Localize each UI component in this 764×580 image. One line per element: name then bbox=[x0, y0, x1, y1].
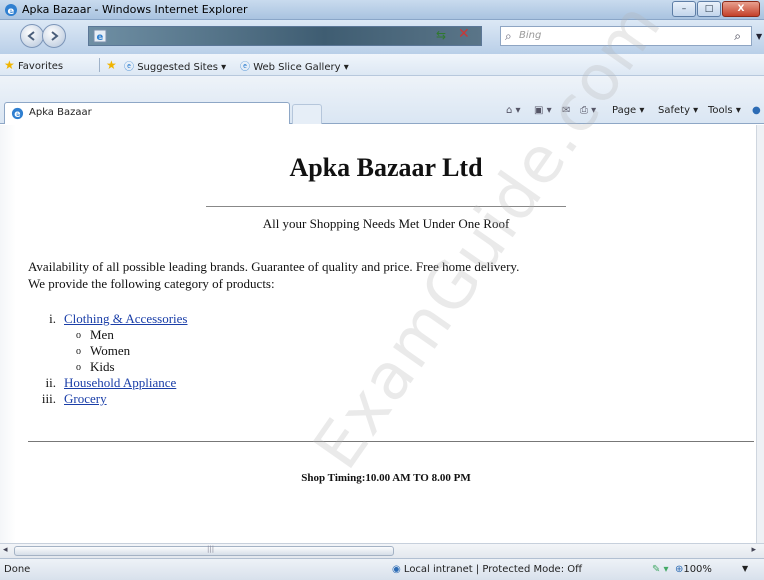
status-bar: Done ◉ Local intranet | Protected Mode: … bbox=[0, 558, 764, 580]
list-number: i. bbox=[49, 311, 56, 326]
svg-text:e: e bbox=[8, 6, 15, 17]
sub-category-men: Men bbox=[90, 327, 114, 342]
protected-mode-icon: ✎ ▾ bbox=[652, 564, 669, 575]
security-zone[interactable]: ◉ Local intranet | Protected Mode: Off bbox=[392, 564, 582, 575]
search-icon[interactable]: ⌕ bbox=[734, 29, 741, 44]
category-link-clothing[interactable]: Clothing & Accessories bbox=[64, 311, 188, 327]
window-title: Apka Bazaar - Windows Internet Explorer bbox=[22, 3, 248, 16]
favorites-bar: ★ Favorites ★ ⓔ Suggested Sites ▾ ⓔ Web … bbox=[0, 54, 764, 76]
circle-bullet-icon: o bbox=[76, 362, 81, 373]
maximize-button[interactable]: □ bbox=[697, 1, 721, 17]
back-arrow-icon bbox=[27, 31, 35, 41]
feeds-icon[interactable]: ▣ ▾ bbox=[534, 105, 552, 116]
list-number: ii. bbox=[45, 375, 56, 390]
shop-timing: Shop Timing:10.00 AM TO 8.00 PM bbox=[301, 472, 471, 484]
scroll-thumb[interactable]: ||| bbox=[14, 545, 394, 556]
zoom-label: 100% bbox=[683, 564, 712, 575]
forward-button[interactable] bbox=[42, 24, 66, 48]
sub-category-women: Women bbox=[90, 343, 131, 358]
grip-icon: ||| bbox=[207, 545, 215, 553]
zoom-dropdown-icon[interactable]: ▼ bbox=[742, 564, 748, 573]
search-input[interactable]: ⌕ Bing ⌕ bbox=[500, 26, 752, 46]
suggested-sites-link[interactable]: ⓔ Suggested Sites ▾ bbox=[124, 58, 226, 73]
footer-divider bbox=[28, 441, 754, 442]
forward-arrow-icon bbox=[51, 31, 59, 41]
zone-label: Local intranet | Protected Mode: Off bbox=[403, 564, 583, 575]
close-button[interactable]: X bbox=[722, 1, 760, 17]
intro-line-2: We provide the following category of pro… bbox=[28, 276, 275, 291]
category-link-household[interactable]: Household Appliance bbox=[64, 375, 176, 391]
intranet-icon: ◉ bbox=[392, 564, 401, 575]
favorites-button[interactable]: ★ Favorites bbox=[4, 58, 63, 72]
scroll-left-icon[interactable]: ◂ bbox=[3, 545, 8, 555]
svg-text:e: e bbox=[14, 109, 20, 120]
favorites-star-icon: ★ bbox=[4, 58, 15, 72]
ie-logo-icon: e bbox=[4, 3, 18, 20]
web-slice-gallery-label: Web Slice Gallery ▾ bbox=[253, 62, 349, 73]
help-icon[interactable]: ● bbox=[752, 105, 761, 116]
circle-bullet-icon: o bbox=[76, 330, 81, 341]
search-placeholder: Bing bbox=[519, 30, 542, 41]
safety-menu[interactable]: Safety ▾ bbox=[658, 105, 698, 116]
status-text: Done bbox=[4, 564, 31, 575]
scroll-right-icon[interactable]: ▸ bbox=[751, 545, 756, 555]
add-favorites-icon[interactable]: ★ bbox=[106, 58, 117, 72]
heading-divider bbox=[206, 206, 566, 207]
address-bar[interactable]: e bbox=[88, 26, 482, 46]
window-left-edge bbox=[0, 125, 16, 543]
category-link-grocery[interactable]: Grocery bbox=[64, 391, 107, 407]
search-provider-icon: ⌕ bbox=[505, 29, 512, 43]
horizontal-scrollbar[interactable]: ◂ ||| ▸ bbox=[0, 543, 764, 558]
page-menu[interactable]: Page ▾ bbox=[612, 105, 644, 116]
print-icon[interactable]: ⎙ ▾ bbox=[580, 105, 596, 116]
tools-menu[interactable]: Tools ▾ bbox=[708, 105, 741, 116]
list-number: iii. bbox=[41, 391, 56, 406]
favorites-label: Favorites bbox=[17, 61, 64, 72]
web-page-content: Apka Bazaar Ltd All your Shopping Needs … bbox=[16, 125, 756, 543]
refresh-icon[interactable]: ⇆ bbox=[436, 28, 452, 44]
navigation-bar: e ⇆ ✕ ⌕ Bing ⌕ ▼ bbox=[0, 20, 764, 54]
minimize-button[interactable]: – bbox=[672, 1, 696, 17]
zoom-level[interactable]: ✎ ▾ ⊕100% bbox=[652, 564, 712, 575]
window-title-bar[interactable]: e Apka Bazaar - Windows Internet Explore… bbox=[0, 0, 764, 20]
search-options-icon[interactable]: ▼ bbox=[756, 32, 762, 41]
circle-bullet-icon: o bbox=[76, 346, 81, 357]
home-icon[interactable]: ⌂ ▾ bbox=[506, 105, 521, 116]
divider bbox=[99, 58, 100, 72]
tab-apka-bazaar[interactable]: e Apka Bazaar bbox=[4, 102, 290, 124]
tab-bar: e Apka Bazaar ⌂ ▾ ▣ ▾ ✉ ⎙ ▾ Page ▾ Safet… bbox=[0, 76, 764, 124]
svg-text:e: e bbox=[97, 32, 104, 43]
stop-icon[interactable]: ✕ bbox=[458, 26, 470, 42]
web-slice-gallery-link[interactable]: ⓔ Web Slice Gallery ▾ bbox=[240, 58, 349, 73]
page-heading: Apka Bazaar Ltd bbox=[289, 153, 483, 182]
sub-category-kids: Kids bbox=[90, 359, 115, 374]
page-icon: e bbox=[93, 29, 107, 46]
intro-line-1: Availability of all possible leading bra… bbox=[28, 259, 520, 274]
new-tab-button[interactable] bbox=[292, 104, 322, 124]
vertical-scrollbar[interactable] bbox=[756, 125, 764, 543]
mail-icon[interactable]: ✉ bbox=[562, 105, 570, 116]
suggested-sites-label: Suggested Sites ▾ bbox=[137, 62, 227, 73]
page-tagline: All your Shopping Needs Met Under One Ro… bbox=[262, 216, 510, 231]
ie-tab-icon: e bbox=[11, 107, 24, 123]
tab-label: Apka Bazaar bbox=[29, 107, 92, 118]
back-button[interactable] bbox=[20, 24, 44, 48]
intro-paragraph: Availability of all possible leading bra… bbox=[28, 258, 748, 292]
